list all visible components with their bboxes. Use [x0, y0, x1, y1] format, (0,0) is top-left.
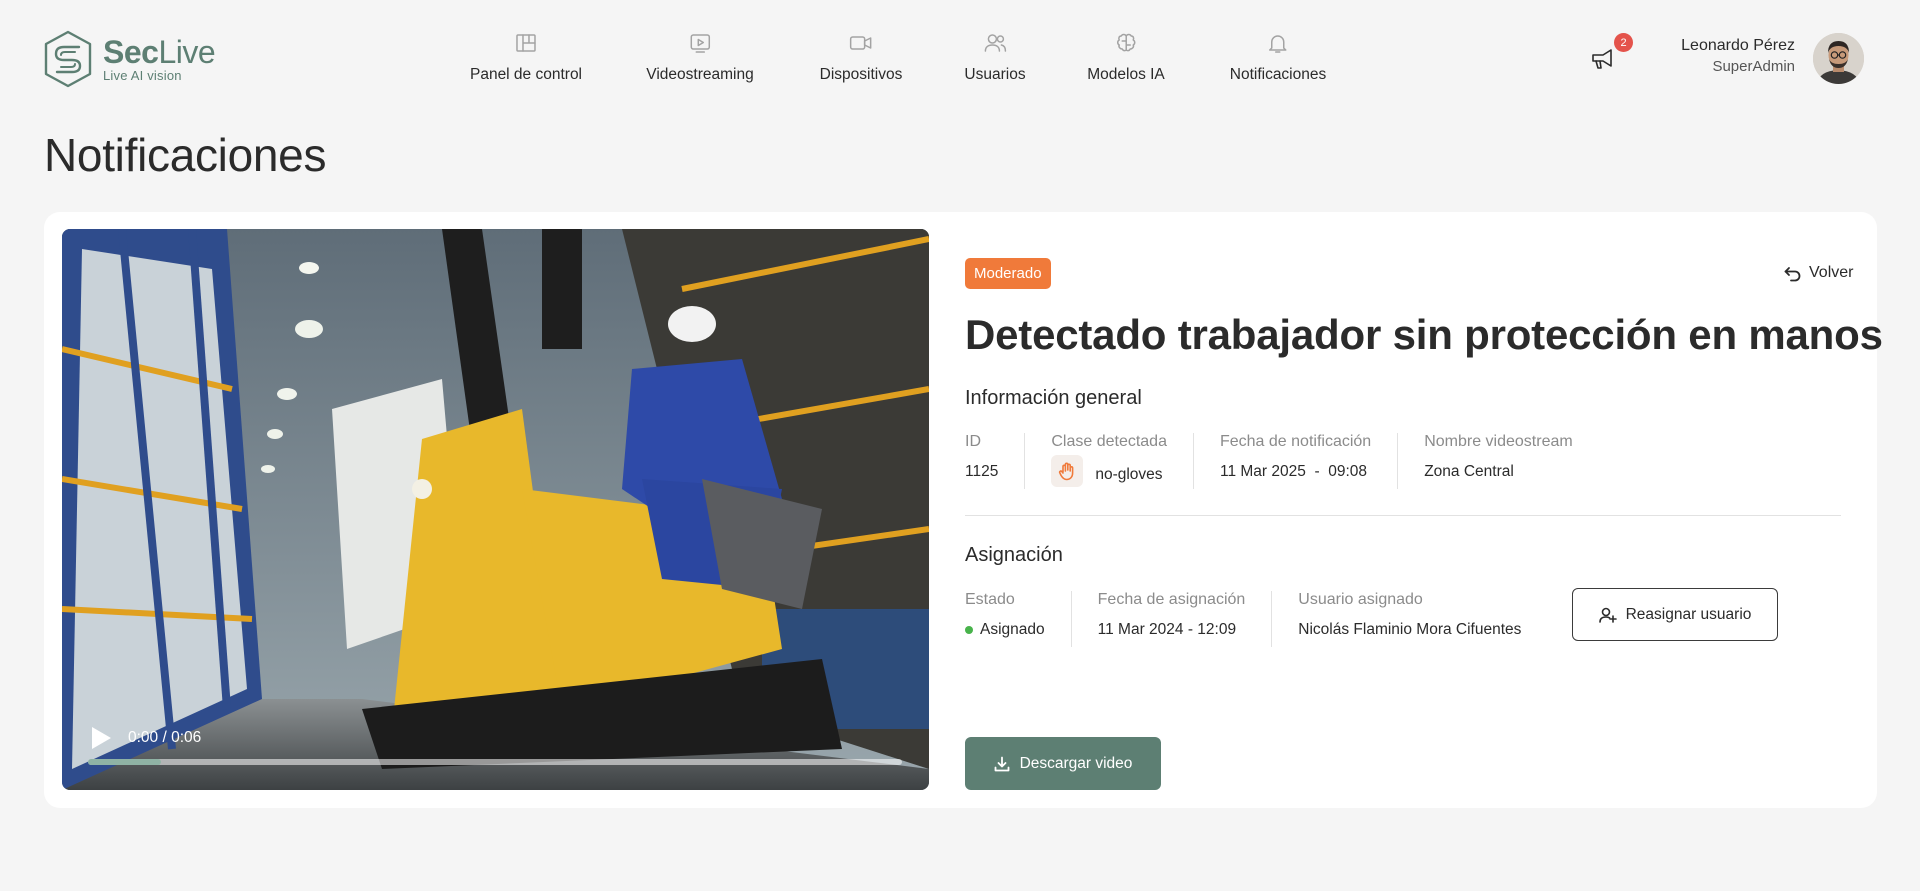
field-notification-date-value: 11 Mar 2025 - 09:08 [1219, 463, 1368, 480]
field-assignment-date: Fecha de asignación 11 Mar 2024 - 12:09 [1070, 591, 1272, 647]
hand-icon [1051, 455, 1084, 487]
camera-icon [848, 30, 874, 56]
field-videostream-name-value: Zona Central [1424, 463, 1514, 480]
severity-badge: Moderado [965, 258, 1051, 289]
user-plus-icon [1598, 607, 1617, 623]
field-id-value: 1125 [965, 463, 999, 480]
notification-headline: Detectado trabajador sin protección en m… [965, 311, 1883, 358]
video-progress-bar[interactable] [88, 759, 902, 765]
nav-item-dispositivos[interactable]: Dispositivos [820, 30, 902, 84]
field-status: Estado Asignado [965, 591, 1045, 638]
nav-item-panel-de-control[interactable]: Panel de control [470, 30, 582, 84]
status-dot [965, 626, 973, 634]
video-progress-fill [88, 759, 162, 765]
logo-name: SecLive [103, 34, 216, 70]
nav-item-videostreaming[interactable]: Videostreaming [646, 30, 754, 84]
assignment-title: Asignación [965, 544, 1063, 566]
video-frame-warehouse-forklift [62, 229, 929, 790]
notification-details: Moderado Volver Detectado trabajador sin… [965, 212, 1883, 808]
brain-icon [1113, 30, 1139, 56]
nav-item-usuarios[interactable]: Usuarios [964, 30, 1026, 84]
avatar[interactable] [1813, 33, 1864, 84]
user-info[interactable]: Leonardo Pérez SuperAdmin [1681, 37, 1795, 75]
assignment-fields: Estado Asignado Fecha de asignación 11 M… [965, 591, 1547, 647]
general-info-fields: ID 1125 Clase detectada no-gloves Fecha … [965, 433, 1599, 489]
general-info-title: Información general [965, 387, 1142, 409]
video-play-icon [687, 30, 713, 56]
logo-tagline: Live AI vision [103, 68, 182, 83]
download-icon [994, 756, 1009, 771]
download-video-button[interactable]: Descargar video [965, 737, 1161, 790]
reassign-user-button[interactable]: Reasignar usuario [1572, 588, 1778, 641]
users-icon [982, 30, 1008, 56]
back-label: Volver [1809, 264, 1854, 281]
dashboard-icon [513, 30, 539, 56]
user-name: Leonardo Pérez [1681, 37, 1795, 54]
field-detected-class-value: no-gloves [1095, 466, 1163, 483]
nav-item-notificaciones[interactable]: Notificaciones [1230, 30, 1326, 84]
page-title: Notificaciones [44, 129, 327, 181]
video-player[interactable]: 0:00 / 0:06 [62, 229, 929, 790]
bell-icon [1265, 30, 1291, 56]
field-detected-class: Clase detectada no-gloves [1024, 433, 1193, 489]
play-icon[interactable] [90, 726, 112, 750]
video-time: 0:00 / 0:06 [128, 729, 202, 746]
notification-card: 0:00 / 0:06 Moderado Volver Detectado tr… [44, 212, 1883, 808]
field-assigned-user-value: Nicolás Flaminio Mora Cifuentes [1298, 621, 1522, 638]
notification-count-badge: 2 [1614, 33, 1633, 52]
field-notification-date: Fecha de notificación 11 Mar 2025 - 09:0… [1192, 433, 1397, 489]
back-button[interactable]: Volver [1784, 264, 1853, 282]
field-assignment-date-value: 11 Mar 2024 - 12:09 [1097, 621, 1237, 638]
announcements-megaphone-icon[interactable] [1590, 46, 1616, 72]
field-videostream-name: Nombre videostream Zona Central [1397, 433, 1599, 489]
field-status-value: Asignado [980, 621, 1045, 638]
logo-mark-icon [44, 30, 92, 88]
nav-item-modelos-ia[interactable]: Modelos IA [1087, 30, 1165, 84]
user-role: SuperAdmin [1712, 58, 1795, 75]
logo[interactable]: SecLive Live AI vision [43, 30, 216, 88]
top-bar: SecLive Live AI vision Panel de control … [0, 0, 1920, 100]
section-divider [965, 515, 1841, 516]
field-id: ID 1125 [965, 433, 999, 480]
undo-arrow-icon [1784, 266, 1801, 281]
field-assigned-user: Usuario asignado Nicolás Flaminio Mora C… [1271, 591, 1547, 647]
